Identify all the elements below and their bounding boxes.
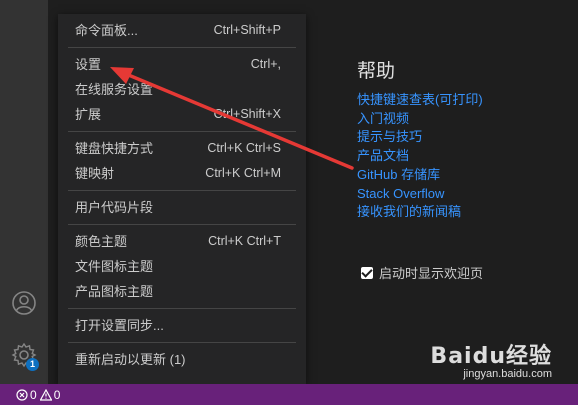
menu-item[interactable]: 颜色主题 Ctrl+K Ctrl+T <box>58 229 306 254</box>
menu-item[interactable]: 设置 Ctrl+, <box>58 52 306 77</box>
menu-item[interactable]: 键盘快捷方式 Ctrl+K Ctrl+S <box>58 136 306 161</box>
menu-item[interactable]: 打开设置同步... <box>58 313 306 338</box>
help-link[interactable]: 提示与技巧 <box>357 128 483 147</box>
menu-item[interactable]: 在线服务设置 <box>58 77 306 102</box>
menu-item-label: 文件图标主题 <box>75 259 154 274</box>
menu-item[interactable]: 产品图标主题 <box>58 279 306 304</box>
menu-item-shortcut: Ctrl+K Ctrl+M <box>205 166 281 180</box>
menu-item-label: 颜色主题 <box>75 234 128 249</box>
menu-separator <box>68 190 296 191</box>
menu-item-label: 键盘快捷方式 <box>75 141 154 156</box>
status-bar: 0 0 <box>0 384 578 405</box>
menu-separator <box>68 308 296 309</box>
menu-separator <box>68 131 296 132</box>
menu-item-label: 在线服务设置 <box>75 82 154 97</box>
help-link[interactable]: 产品文档 <box>357 147 483 166</box>
menu-item-label: 键映射 <box>75 166 115 181</box>
problems-indicator[interactable]: 0 0 <box>16 388 63 402</box>
menu-item-label: 产品图标主题 <box>75 284 154 299</box>
watermark: Baidu经验 jingyan.baidu.com <box>430 338 552 380</box>
help-link[interactable]: 接收我们的新闻稿 <box>357 203 483 222</box>
menu-item-shortcut: Ctrl+Shift+P <box>213 23 281 37</box>
menu-item[interactable]: 扩展 Ctrl+Shift+X <box>58 102 306 127</box>
menu-separator <box>68 224 296 225</box>
error-count: 0 <box>30 387 37 402</box>
show-welcome-label: 启动时显示欢迎页 <box>379 266 484 281</box>
menu-separator <box>68 342 296 343</box>
activity-bar: 1 <box>0 0 48 384</box>
watermark-logo: Baidu经验 <box>430 344 552 369</box>
menu-item[interactable]: 文件图标主题 <box>58 254 306 279</box>
menu-item-label: 命令面板... <box>75 23 138 38</box>
menu-item-shortcut: Ctrl+, <box>250 57 281 71</box>
help-links: 快捷键速查表(可打印) 入门视频 提示与技巧 产品文档 GitHub 存储库 Stack … <box>357 91 483 222</box>
help-link[interactable]: Stack Overflow <box>357 185 483 204</box>
warning-icon <box>39 388 52 401</box>
menu-item-shortcut: Ctrl+Shift+X <box>213 107 281 121</box>
update-badge: 1 <box>26 358 39 371</box>
help-link[interactable]: 快捷键速查表(可打印) <box>357 91 483 110</box>
help-link[interactable]: GitHub 存储库 <box>357 166 483 185</box>
menu-item-label: 设置 <box>75 57 102 72</box>
startup-option: 启动时显示欢迎页 <box>361 263 483 282</box>
help-title: 帮助 <box>357 61 396 82</box>
warning-count: 0 <box>53 387 61 402</box>
menu-item[interactable]: 键映射 Ctrl+K Ctrl+M <box>58 161 306 186</box>
menu-item[interactable]: 用户代码片段 <box>58 195 306 220</box>
manage-menu: 命令面板... Ctrl+Shift+P 设置 Ctrl+, 在线服务设置 扩展 Ctrl+… <box>58 14 306 384</box>
menu-item-shortcut: Ctrl+K Ctrl+S <box>207 141 281 155</box>
menu-item-label: 用户代码片段 <box>75 200 154 215</box>
menu-item-label: 扩展 <box>75 107 102 122</box>
menu-separator <box>68 47 296 48</box>
menu-item-shortcut: Ctrl+K Ctrl+T <box>208 234 281 248</box>
show-welcome-checkbox[interactable] <box>361 266 373 279</box>
help-section: 帮助 快捷键速查表(可打印) 入门视频 提示与技巧 产品文档 GitHub 存储库 Sta… <box>357 56 483 222</box>
menu-item-label: 重新启动以更新 (1) <box>75 352 186 367</box>
error-icon <box>16 388 28 401</box>
menu-item[interactable]: 重新启动以更新 (1) <box>58 347 306 372</box>
menu-item[interactable]: 命令面板... Ctrl+Shift+P <box>58 18 306 43</box>
help-link[interactable]: 入门视频 <box>357 110 483 129</box>
account-icon[interactable] <box>11 290 37 316</box>
menu-item-label: 打开设置同步... <box>75 318 164 333</box>
